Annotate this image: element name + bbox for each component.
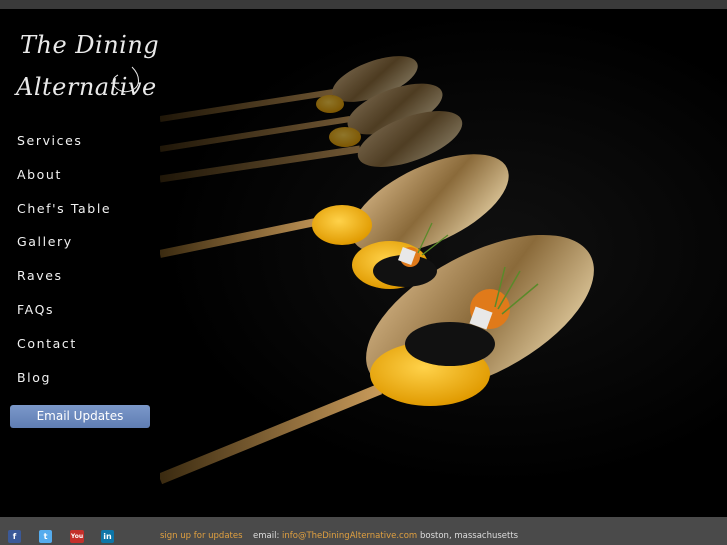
facebook-icon[interactable]: f: [8, 530, 21, 543]
facebook-glyph: f: [12, 532, 17, 541]
nav-item-gallery[interactable]: Gallery: [17, 233, 111, 267]
main-nav: Services About Chef's Table Gallery Rave…: [17, 132, 111, 402]
twitter-icon[interactable]: t: [39, 530, 52, 543]
nav-item-raves[interactable]: Raves: [17, 267, 111, 301]
email-link[interactable]: info@TheDiningAlternative.com: [282, 531, 417, 541]
signup-link[interactable]: sign up for updates: [160, 531, 243, 541]
hero-image: [160, 9, 727, 488]
footer-location: boston, massachusetts: [420, 531, 519, 541]
site-logo[interactable]: The Dining Alternative: [14, 25, 159, 115]
email-updates-button[interactable]: Email Updates: [10, 405, 150, 428]
youtube-glyph: You: [70, 533, 84, 540]
email-label: email:: [253, 531, 280, 541]
nav-item-faqs[interactable]: FAQs: [17, 301, 111, 335]
nav-item-blog[interactable]: Blog: [17, 369, 111, 403]
nav-item-chefs-table[interactable]: Chef's Table: [17, 200, 111, 234]
nav-item-contact[interactable]: Contact: [17, 335, 111, 369]
sidebar: The Dining Alternative Services About Ch…: [0, 9, 160, 517]
logo-line2: Alternative: [16, 73, 157, 101]
nav-item-about[interactable]: About: [17, 166, 111, 200]
youtube-icon[interactable]: You: [70, 530, 84, 543]
linkedin-icon[interactable]: in: [101, 530, 114, 543]
spoons-illustration: [160, 56, 594, 485]
top-bar: [0, 0, 727, 9]
footer: f t You in sign up for updates email: in…: [0, 517, 727, 545]
nav-item-services[interactable]: Services: [17, 132, 111, 166]
footer-email: email: info@TheDiningAlternative.com: [253, 531, 417, 541]
twitter-glyph: t: [43, 532, 48, 541]
linkedin-glyph: in: [103, 532, 112, 541]
logo-line1: The Dining: [20, 31, 160, 59]
